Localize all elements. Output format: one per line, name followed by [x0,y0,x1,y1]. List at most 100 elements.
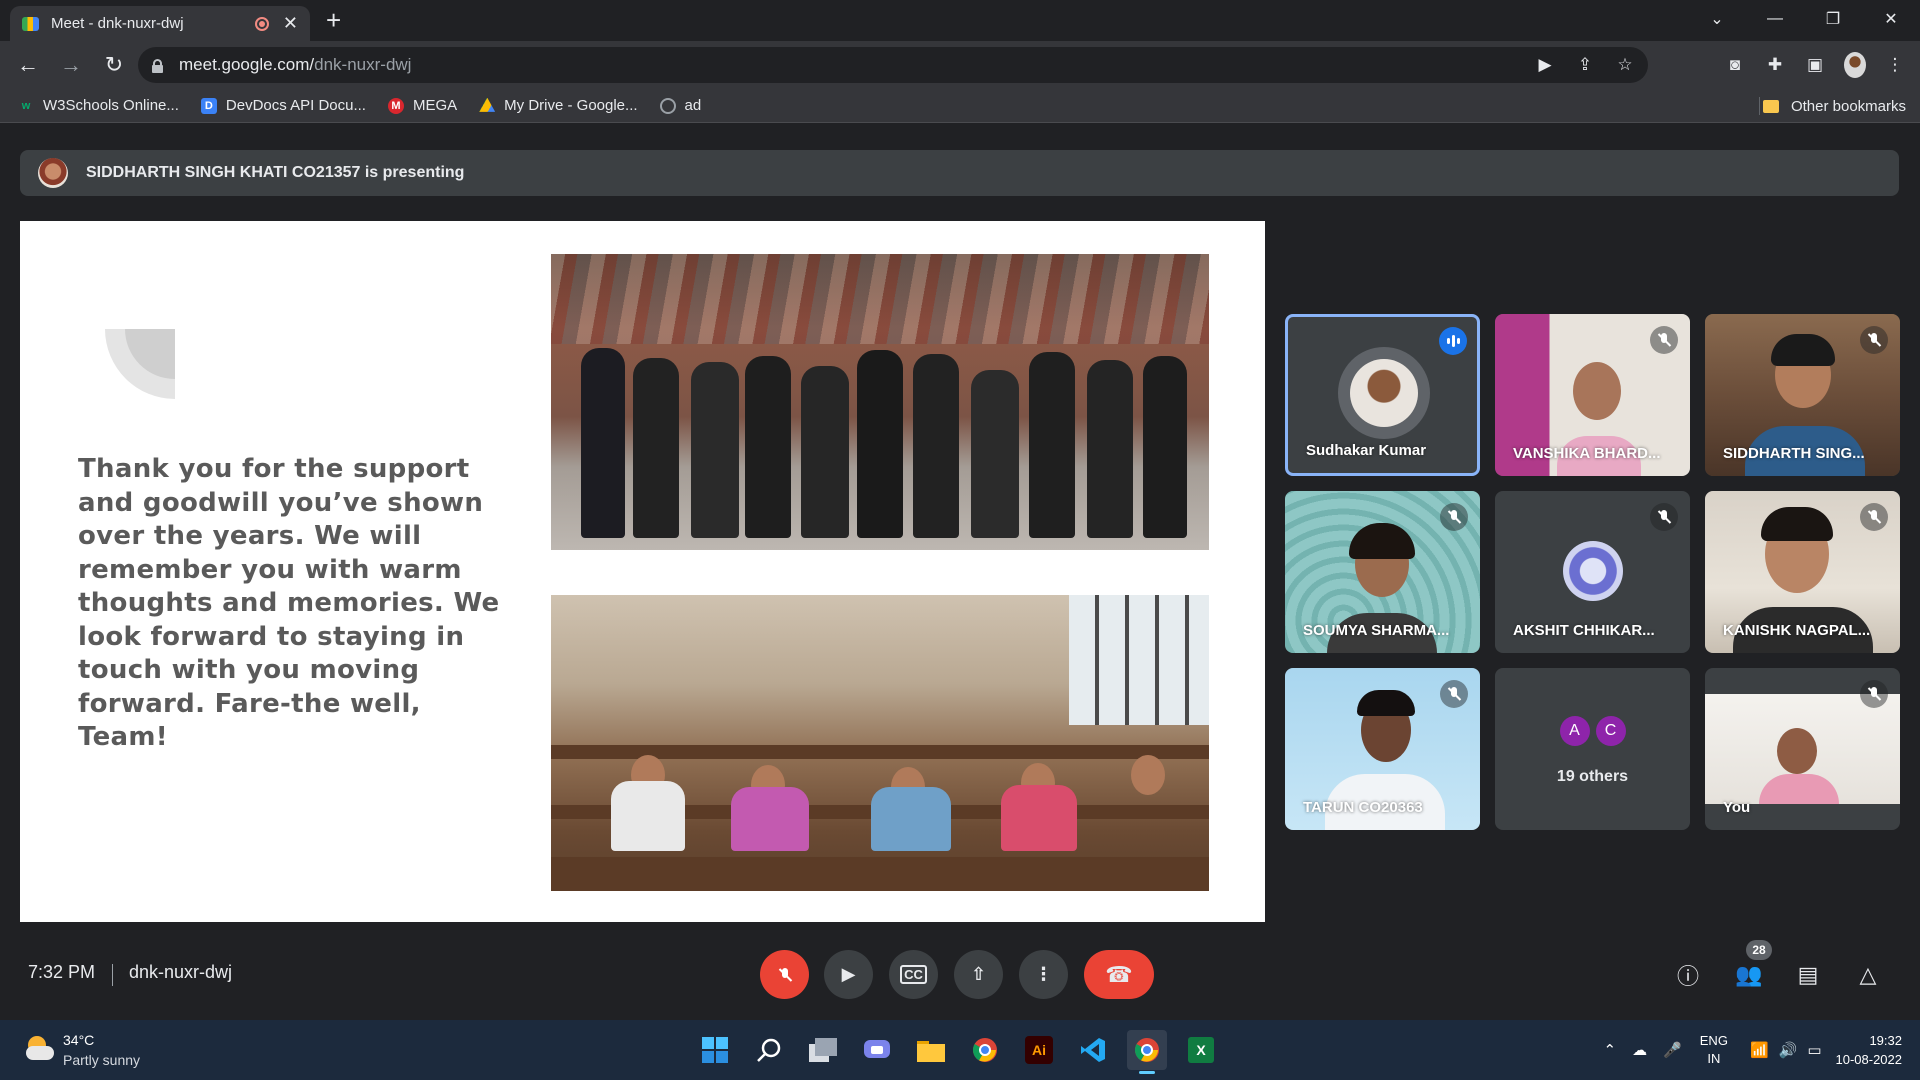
participant-tile-sudhakar[interactable]: Sudhakar Kumar [1285,314,1480,476]
leave-call-button[interactable]: ☎ [1084,950,1154,999]
participant-count-badge: 28 [1746,940,1772,960]
other-bookmarks-label: Other bookmarks [1790,97,1906,115]
minimize-icon[interactable]: — [1746,0,1804,38]
participant-tile-others[interactable]: A C 19 others [1495,668,1690,830]
share-icon[interactable]: ⇪ [1574,55,1596,75]
input-language[interactable]: ENG IN [1700,1032,1728,1068]
new-tab-button[interactable]: + [326,6,341,34]
participant-tile-kanishk[interactable]: KANISHK NAGPAL... [1705,491,1900,653]
bookmarks-divider [1759,97,1760,115]
participant-tile-vanshika[interactable]: VANSHIKA BHARD... [1495,314,1690,476]
taskbar-apps: Ai X [695,1030,1221,1074]
tab-search-chevron-icon[interactable]: ⌄ [1688,0,1746,38]
participant-tile-soumya[interactable]: SOUMYA SHARMA... [1285,491,1480,653]
people-icon[interactable]: 👥 [1734,960,1764,990]
weather-description[interactable]: Partly sunny [63,1052,140,1068]
reload-icon[interactable]: ↻ [94,45,134,85]
meeting-code: dnk-nuxr-dwj [129,962,233,982]
chrome-icon[interactable] [965,1030,1005,1070]
vscode-icon[interactable] [1073,1030,1113,1070]
participant-tile-tarun[interactable]: TARUN CO20363 [1285,668,1480,830]
participant-name: SOUMYA SHARMA... [1303,622,1450,639]
participant-avatar: A [1559,716,1590,746]
bookmark-label: MEGA [412,97,458,114]
bookmark-devdocs[interactable]: D DevDocs API Docu... [200,97,366,114]
mega-icon: M [387,97,404,114]
others-count-label: 19 others [1556,768,1629,785]
camera-in-use-icon[interactable]: ▶ [1534,55,1556,75]
excel-icon[interactable]: X [1181,1030,1221,1070]
taskbar-clock[interactable]: 19:32 10-08-2022 [1836,1031,1903,1069]
bookmark-mega[interactable]: M MEGA [387,97,458,114]
meeting-details-icon[interactable]: ⓘ [1673,960,1703,990]
partly-sunny-icon[interactable] [24,1034,54,1064]
region-code: IN [1707,1051,1721,1066]
participant-name: KANISHK NAGPAL... [1723,622,1871,639]
globe-icon [659,97,676,114]
forward-arrow-icon[interactable]: → [51,45,91,85]
divider [112,964,113,986]
participant-avatar: C [1595,716,1626,746]
participant-name: TARUN CO20363 [1303,799,1423,816]
teams-chat-icon[interactable] [857,1030,897,1070]
bookmark-label: W3Schools Online... [43,97,179,114]
microphone-toggle-button[interactable] [760,950,809,999]
clock-time: 19:32 [1869,1033,1902,1048]
side-panel-icon[interactable]: ▣ [1804,55,1826,75]
google-drive-icon [479,97,496,112]
presenter-banner: SIDDHARTH SINGH KHATI CO21357 is present… [20,150,1899,196]
chat-icon[interactable]: ▤ [1793,960,1823,990]
other-bookmarks[interactable]: Other bookmarks [1762,89,1906,123]
participant-tile-akshit[interactable]: AKSHIT CHHIKAR... [1495,491,1690,653]
group-photo-classroom [551,595,1209,891]
participant-tile-you[interactable]: You [1705,668,1900,830]
activities-icon[interactable]: △ [1853,960,1883,990]
chrome-menu-icon[interactable]: ⋮ [1884,55,1906,75]
chrome-icon[interactable] [1127,1030,1167,1074]
meeting-time: 7:32 PM [28,962,96,982]
muted-mic-icon [1860,326,1888,354]
extensions-puzzle-icon[interactable]: ✚ [1764,55,1786,75]
illustrator-icon[interactable]: Ai [1019,1030,1059,1070]
bookmark-w3schools[interactable]: w W3Schools Online... [18,97,179,114]
weather-temperature[interactable]: 34°C [63,1032,94,1048]
system-tray: ⌃ ☁ 🎤 ENG IN 📶 🔊 ▭ 19:32 10-08-2022 [1604,1020,1903,1080]
camera-toggle-button[interactable]: ▶ [824,950,873,999]
more-vert-icon: ⋮ [1034,964,1053,984]
windows-start-icon[interactable] [695,1030,735,1070]
participant-tile-siddharth[interactable]: SIDDHARTH SING... [1705,314,1900,476]
microphone-icon[interactable]: 🎤 [1663,1041,1682,1059]
onedrive-cloud-icon[interactable]: ☁ [1632,1041,1647,1059]
more-options-button[interactable]: ⋮ [1019,950,1068,999]
lock-icon[interactable] [152,58,163,73]
bookmark-google-drive[interactable]: My Drive - Google... [479,97,638,114]
file-explorer-icon[interactable] [911,1030,951,1070]
windows-taskbar: 34°C Partly sunny Ai X ⌃ ☁ 🎤 ENG IN 📶 🔊 … [0,1020,1920,1080]
restore-icon[interactable]: ❐ [1804,0,1862,38]
url-host: meet.google.com/ [179,55,315,74]
wifi-icon[interactable]: 📶 [1750,1041,1769,1059]
captions-button[interactable]: CC [889,950,938,999]
battery-icon[interactable]: ▭ [1807,1041,1821,1059]
present-now-button[interactable]: ⇧ [954,950,1003,999]
bookmark-label: DevDocs API Docu... [225,97,366,114]
closed-captions-icon: CC [900,965,927,984]
muted-mic-icon [1440,503,1468,531]
tab-close-icon[interactable]: ✕ [283,13,298,34]
volume-icon[interactable]: 🔊 [1779,1041,1798,1059]
bookmark-star-icon[interactable]: ☆ [1614,55,1636,75]
back-arrow-icon[interactable]: ← [8,45,48,85]
team-photo-graffiti-wall [551,254,1209,550]
presenter-avatar [38,158,68,188]
muted-mic-icon [1860,680,1888,708]
task-view-icon[interactable] [803,1030,843,1070]
close-window-icon[interactable]: ✕ [1862,0,1920,38]
screenshot-extension-icon[interactable]: ◙ [1724,55,1746,75]
bookmark-ad[interactable]: ad [659,97,701,114]
search-icon[interactable] [749,1030,789,1070]
profile-avatar[interactable] [1844,52,1866,78]
participant-name: Sudhakar Kumar [1306,442,1427,459]
address-bar[interactable]: meet.google.com/dnk-nuxr-dwj ▶ ⇪ ☆ [138,47,1648,83]
show-hidden-icons-chevron-icon[interactable]: ⌃ [1604,1041,1617,1059]
tab-meet[interactable]: Meet - dnk-nuxr-dwj ✕ [10,6,310,41]
